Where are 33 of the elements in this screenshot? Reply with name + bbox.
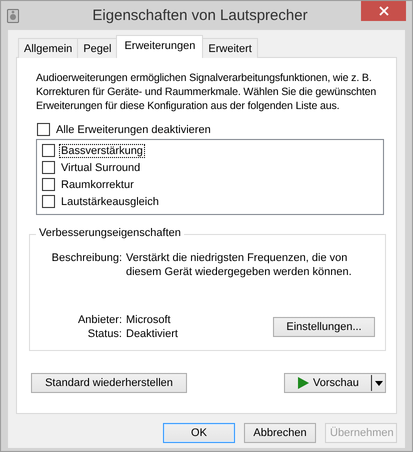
checkbox[interactable] [42,161,55,174]
group-title: Verbesserungseigenschaften [36,227,184,239]
checkbox[interactable] [42,178,55,191]
field-value: Deaktiviert [126,327,178,341]
checkbox-label[interactable]: Virtual Surround [59,160,142,174]
checkbox[interactable] [42,195,55,208]
play-icon [298,377,309,389]
close-button[interactable] [361,1,406,21]
checkbox[interactable] [42,144,55,157]
dropdown-arrow-icon [374,380,382,386]
checkbox[interactable] [37,123,50,136]
field-label: Beschreibung: [50,251,122,266]
close-icon [378,6,388,16]
field-value: Microsoft [126,313,172,327]
field-label: Anbieter: [76,313,122,327]
intro-text: Audioerweiterungen ermöglichen Signalverarbeitungsfunktionen, wie z. B. Korrekturen für Geräte- und Raummerkmale. Wählen Sie die gewünschten Erweiterungen für diese Konfiguration aus der folgenden Liste aus. [36,71,378,113]
dialog-button[interactable]: Abbrechen [244,423,316,443]
restore-defaults-button[interactable]: Standard wiederherstellen [31,373,187,393]
tab[interactable]: Allgemein [18,38,78,58]
speaker-icon [7,8,19,22]
tab[interactable]: Erweiterungen [116,35,204,58]
checkbox-label[interactable]: Alle Erweiterungen deaktivieren [54,122,213,136]
field-value: Verstärkt die niedrigsten Frequenzen, die von diesem Gerät wiedergegeben werden können. [126,251,353,279]
field-label: Status: [86,327,122,341]
window-title: Eigenschaften von Lautsprecher [91,7,309,24]
tab[interactable]: Pegel [77,38,118,58]
preview-button[interactable]: Vorschau [284,373,386,393]
dialog-button[interactable]: OK [163,423,235,443]
checkbox-label[interactable]: Bassverstärkung [59,144,145,158]
checkbox-label[interactable]: Lautstärkeausgleich [59,194,161,208]
tab[interactable]: Erweitert [202,38,258,58]
checkbox-label[interactable]: Raumkorrektur [59,178,136,192]
settings-button[interactable]: Einstellungen... [273,317,375,337]
